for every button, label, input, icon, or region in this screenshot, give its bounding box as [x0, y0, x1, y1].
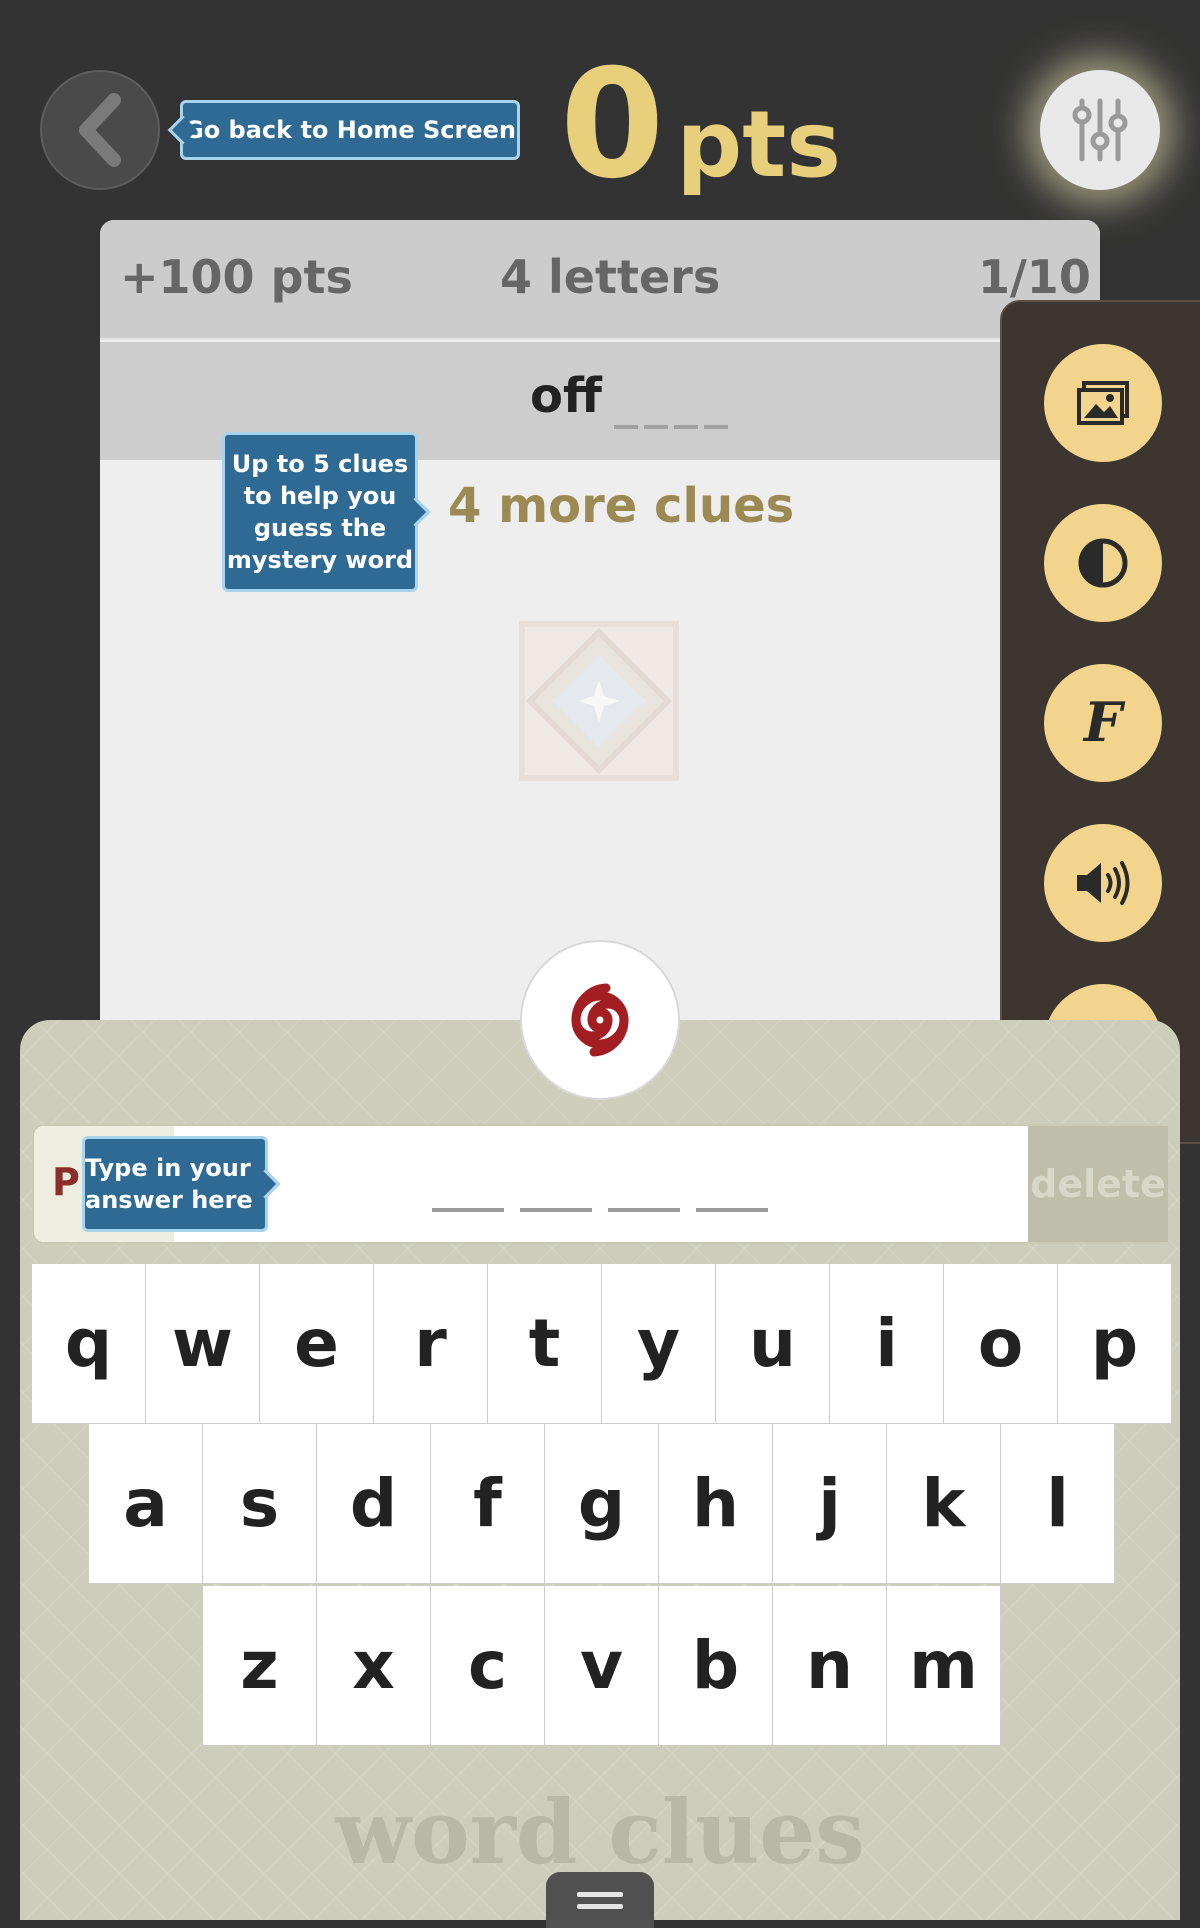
key-i[interactable]: i: [830, 1264, 944, 1424]
key-u[interactable]: u: [716, 1264, 830, 1424]
menu-line: [577, 1903, 623, 1909]
key-o[interactable]: o: [944, 1264, 1058, 1424]
key-w[interactable]: w: [146, 1264, 260, 1424]
letters-label: 4 letters: [500, 250, 721, 304]
key-k[interactable]: k: [887, 1424, 1001, 1584]
font-button[interactable]: F: [1044, 664, 1162, 782]
clue-word: off: [530, 368, 602, 424]
home-tooltip-text: Go back to Home Screen: [184, 116, 516, 144]
key-m[interactable]: m: [887, 1586, 1001, 1746]
sound-button[interactable]: [1044, 824, 1162, 942]
key-v[interactable]: v: [545, 1586, 659, 1746]
progress-label: 1/10: [978, 250, 1091, 304]
contrast-icon: [1078, 538, 1128, 588]
brand-wordmark: word clues: [335, 1780, 865, 1884]
watermark-logo-icon: [519, 621, 679, 781]
key-l[interactable]: l: [1001, 1424, 1115, 1584]
key-n[interactable]: n: [773, 1586, 887, 1746]
back-button[interactable]: [40, 70, 160, 190]
svg-text:F: F: [1082, 693, 1126, 753]
delete-button[interactable]: delete: [1028, 1126, 1168, 1242]
score-unit: pts: [676, 91, 841, 198]
sound-icon: [1077, 861, 1130, 905]
key-y[interactable]: y: [602, 1264, 716, 1424]
score-display: 0 pts: [560, 50, 841, 200]
image-clue-button[interactable]: [1044, 344, 1162, 462]
blank-dash: [674, 425, 698, 429]
answer-slot: [696, 1208, 768, 1212]
key-z[interactable]: z: [203, 1586, 317, 1746]
key-f[interactable]: f: [431, 1424, 545, 1584]
key-t[interactable]: t: [488, 1264, 602, 1424]
card-header: +100 pts 4 letters 1/10: [100, 220, 1100, 340]
key-b[interactable]: b: [659, 1586, 773, 1746]
answer-tooltip-text: Type in your answer here: [85, 1154, 253, 1214]
answer-prefix-letter: P: [52, 1160, 80, 1204]
home-tooltip: Go back to Home Screen: [167, 100, 520, 160]
key-p[interactable]: p: [1058, 1264, 1172, 1424]
key-x[interactable]: x: [317, 1586, 431, 1746]
answer-slot: [608, 1208, 680, 1212]
more-clues-button[interactable]: 4 more clues: [448, 478, 794, 534]
answer-slot: [520, 1208, 592, 1212]
key-r[interactable]: r: [374, 1264, 488, 1424]
swirl-logo-button[interactable]: [520, 940, 680, 1100]
points-label: +100 pts: [120, 250, 353, 304]
settings-button[interactable]: [1040, 70, 1160, 190]
contrast-button[interactable]: [1044, 504, 1162, 622]
score-value: 0: [560, 38, 665, 212]
key-j[interactable]: j: [773, 1424, 887, 1584]
sliders-icon: [1072, 98, 1128, 162]
key-c[interactable]: c: [431, 1586, 545, 1746]
image-icon: [1077, 381, 1129, 425]
answer-tooltip: Type in your answer here: [82, 1136, 281, 1232]
answer-slot: [432, 1208, 504, 1212]
key-d[interactable]: d: [317, 1424, 431, 1584]
key-s[interactable]: s: [203, 1424, 317, 1584]
chevron-left-icon: [79, 93, 121, 167]
menu-line: [577, 1891, 623, 1897]
clues-tooltip: Up to 5 clues to help you guess the myst…: [222, 432, 431, 592]
swirl-icon: [571, 983, 629, 1057]
key-h[interactable]: h: [659, 1424, 773, 1584]
key-e[interactable]: e: [260, 1264, 374, 1424]
key-a[interactable]: a: [89, 1424, 203, 1584]
side-panel: F ?: [1000, 300, 1200, 1144]
font-icon: F: [1082, 693, 1126, 753]
blank-dash: [704, 425, 728, 429]
key-q[interactable]: q: [32, 1264, 146, 1424]
blank-dash: [644, 425, 668, 429]
clue-card: +100 pts 4 letters 1/10 off 4 more clues…: [100, 220, 1100, 1060]
key-g[interactable]: g: [545, 1424, 659, 1584]
blank-dash: [614, 425, 638, 429]
clues-tooltip-text: Up to 5 clues to help you guess the myst…: [226, 450, 414, 574]
